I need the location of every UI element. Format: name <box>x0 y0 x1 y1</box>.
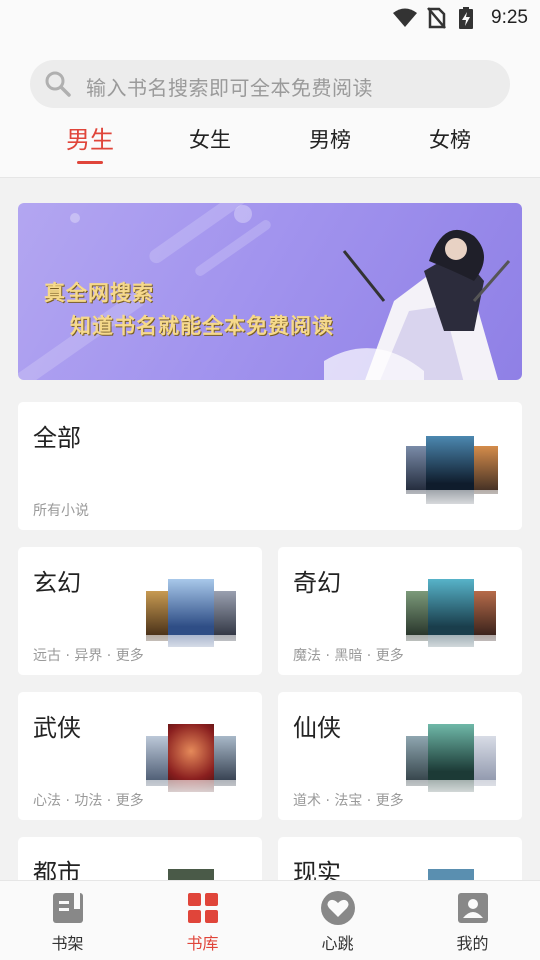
banner-line-2: 知道书名就能全本免费阅读 <box>70 314 334 338</box>
category-title: 全部 <box>33 424 81 452</box>
tab-male-ranking[interactable]: 男榜 <box>270 124 390 154</box>
tab-female-ranking[interactable]: 女榜 <box>390 124 510 154</box>
nav-label: 心跳 <box>321 934 354 953</box>
hero-character-illustration <box>324 211 514 380</box>
heart-icon <box>320 890 356 926</box>
bottom-navigation: 书架 书库 心跳 我的 <box>0 880 540 960</box>
status-time: 9:25 <box>491 7 528 28</box>
banner-line-1: 真全网搜索 <box>44 281 154 305</box>
library-grid-icon <box>185 890 221 926</box>
wifi-icon <box>392 7 418 33</box>
nav-bookshelf[interactable]: 书架 <box>0 881 135 960</box>
battery-charging-icon <box>458 7 474 33</box>
category-subtitle: 道术 · 法宝 · 更多 <box>293 793 404 809</box>
category-title: 武侠 <box>33 714 81 742</box>
category-card-wuxia[interactable]: 武侠 心法 · 功法 · 更多 <box>18 692 262 820</box>
category-card-xuanhuan[interactable]: 玄幻 远古 · 异界 · 更多 <box>18 547 262 675</box>
nav-library[interactable]: 书库 <box>135 881 270 960</box>
promo-banner[interactable]: 真全网搜索 知道书名就能全本免费阅读 <box>18 203 522 380</box>
no-sim-icon <box>426 7 446 33</box>
category-title: 奇幻 <box>293 569 341 597</box>
category-card-xianxia[interactable]: 仙侠 道术 · 法宝 · 更多 <box>278 692 522 820</box>
tab-female[interactable]: 女生 <box>150 124 270 154</box>
top-header: 9:25 输入书名搜索即可全本免费阅读 男生 女生 男榜 女榜 <box>0 0 540 178</box>
nav-profile[interactable]: 我的 <box>405 881 540 960</box>
category-card-qihuan[interactable]: 奇幻 魔法 · 黑暗 · 更多 <box>278 547 522 675</box>
profile-icon <box>455 890 491 926</box>
search-input[interactable]: 输入书名搜索即可全本免费阅读 <box>30 60 510 108</box>
category-subtitle: 心法 · 功法 · 更多 <box>33 793 144 809</box>
category-subtitle: 远古 · 异界 · 更多 <box>33 648 144 664</box>
nav-label: 书架 <box>51 934 84 953</box>
category-subtitle: 魔法 · 黑暗 · 更多 <box>293 648 404 664</box>
search-icon <box>44 70 72 102</box>
category-subtitle: 所有小说 <box>33 503 89 519</box>
status-bar: 9:25 <box>0 0 540 36</box>
category-tabs: 男生 女生 男榜 女榜 <box>0 120 540 170</box>
category-card-all[interactable]: 全部 所有小说 <box>18 402 522 530</box>
nav-label: 书库 <box>186 934 219 953</box>
tab-active-indicator <box>77 161 103 164</box>
nav-label: 我的 <box>456 934 489 953</box>
search-placeholder: 输入书名搜索即可全本免费阅读 <box>86 76 373 100</box>
tab-male[interactable]: 男生 <box>30 120 150 155</box>
bookshelf-icon <box>50 890 86 926</box>
nav-heartbeat[interactable]: 心跳 <box>270 881 405 960</box>
category-title: 玄幻 <box>33 569 81 597</box>
category-title: 仙侠 <box>293 714 341 742</box>
